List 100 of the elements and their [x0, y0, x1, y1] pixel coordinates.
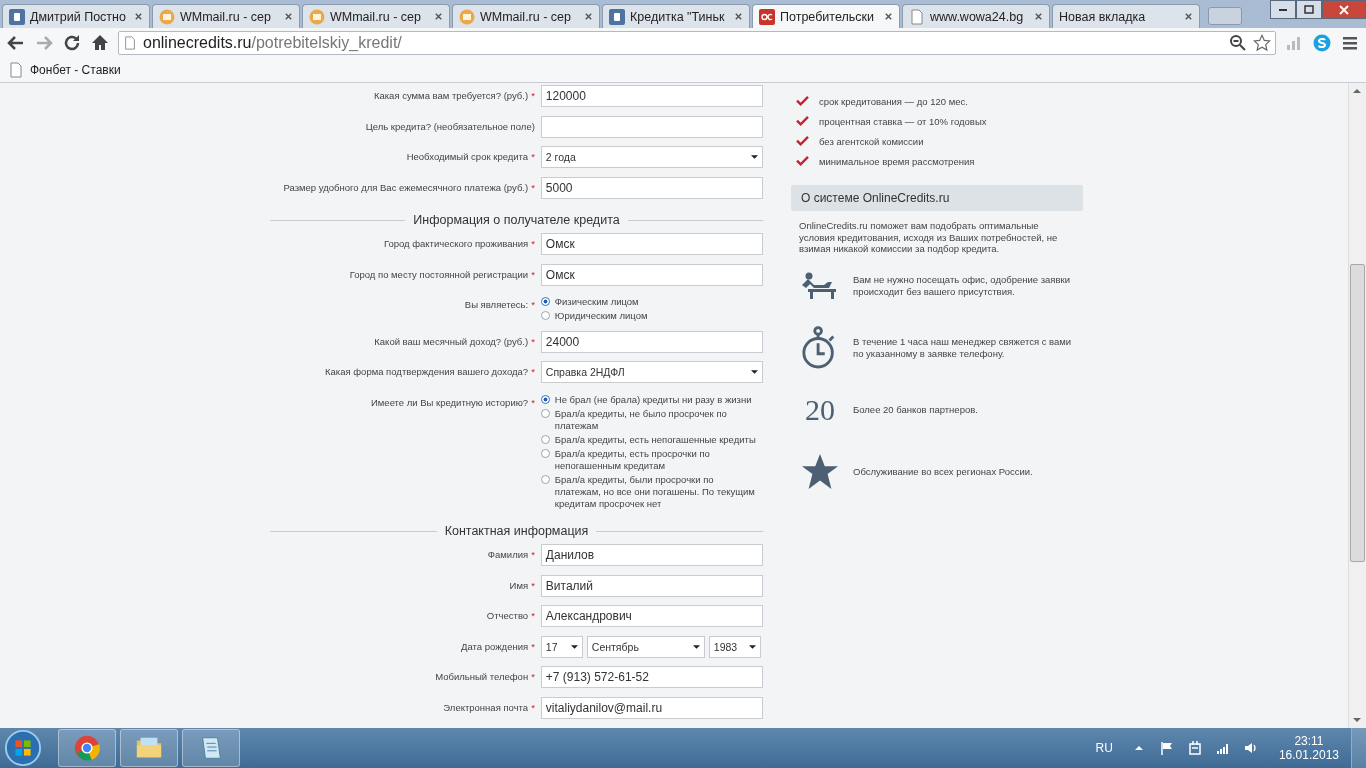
input-field[interactable]: 5000 [540, 176, 763, 199]
start-button[interactable] [4, 729, 42, 767]
radio-button[interactable] [540, 434, 550, 444]
reload-icon[interactable] [62, 33, 82, 53]
address-bar[interactable]: onlinecredits.ru/potrebitelskiy_kredit/ [118, 31, 1276, 55]
clock-date: 16.01.2013 [1278, 748, 1339, 762]
close-button[interactable] [1322, 0, 1366, 19]
maximize-button[interactable] [1296, 0, 1322, 19]
browser-tab[interactable]: www.wowa24.bg [902, 4, 1050, 28]
field-label: Город по месту постоянной регистрации [349, 268, 529, 280]
page-icon [123, 36, 137, 50]
bank-count: 20 [805, 392, 835, 427]
site-logo-icon [759, 8, 775, 25]
feature-text: В течение 1 часа наш менеджер свяжется с вами по указанному в заявке телефону. [853, 336, 1073, 359]
required-mark: * [531, 549, 535, 560]
field-label: Какой ваш месячный доход? (руб.) [374, 335, 529, 347]
required-mark: * [531, 640, 535, 652]
browser-tab[interactable]: Кредитка "Тиньк [602, 4, 750, 28]
radio-button[interactable] [540, 474, 550, 484]
taskbar-button[interactable] [182, 729, 240, 767]
speaker-icon[interactable] [1242, 740, 1259, 756]
section-heading: Информация о получателе кредита [413, 213, 620, 227]
select-field[interactable]: Справка 2НДФЛ [540, 361, 763, 383]
about-text: OnlineCredits.ru поможет вам подобрать оптимальные условия кредитования, исходя из Ваших потребностей, не взимая никакой комиссии за подбор кредита. [799, 220, 1059, 255]
radio-label: Брал/а кредиты, есть непогашенные кредиты [554, 433, 757, 446]
input-field[interactable]: Омск [540, 263, 763, 286]
field-label: Мобильный телефон [435, 671, 529, 682]
zoom-icon[interactable] [1229, 34, 1247, 52]
envelope-icon [459, 8, 475, 25]
select-field[interactable]: 2 года [540, 146, 763, 168]
checkmark-icon [796, 155, 809, 167]
required-mark: * [531, 396, 535, 408]
field-label: Дата рождения [461, 640, 529, 652]
browser-tab[interactable]: WMmail.ru - сер [452, 4, 600, 28]
required-mark: * [531, 90, 535, 101]
input-field[interactable]: vitaliydanilov@mail.ru [540, 696, 763, 719]
skype-icon[interactable] [1312, 33, 1332, 53]
minimize-button[interactable] [1270, 0, 1296, 19]
browser-tab[interactable]: Потребительски [752, 4, 900, 28]
close-icon[interactable] [734, 12, 743, 21]
input-field[interactable]: Данилов [540, 544, 763, 566]
browser-tab[interactable]: Дмитрий Постно [2, 4, 150, 28]
input-field[interactable] [540, 115, 763, 138]
browser-tab[interactable]: WMmail.ru - сер [302, 4, 450, 28]
browser-tab[interactable]: WMmail.ru - сер [152, 4, 300, 28]
required-mark: * [531, 671, 535, 682]
bookmark-link[interactable]: Фонбет - Ставки [8, 62, 121, 78]
radio-button[interactable] [540, 408, 550, 418]
field-label: Отчество [486, 610, 529, 621]
required-mark: * [531, 701, 535, 713]
close-icon [1339, 4, 1349, 15]
field-label: Вы являетесь: [464, 299, 529, 310]
close-icon[interactable] [584, 12, 593, 21]
radio-label: Физическим лицом [554, 296, 640, 308]
field-label: Фамилия [487, 549, 529, 560]
required-mark: * [531, 579, 535, 591]
radio-button[interactable] [540, 448, 550, 458]
checkmark-icon [796, 115, 809, 127]
radio-button[interactable] [540, 394, 550, 404]
language-indicator[interactable]: RU [1095, 741, 1113, 755]
checkmark-icon [796, 95, 809, 107]
close-icon[interactable] [1184, 12, 1193, 21]
field-label: Какая форма подтверждения вашего дохода? [325, 366, 529, 377]
input-field[interactable]: 120000 [540, 85, 763, 107]
caret-icon [692, 644, 700, 649]
home-icon[interactable] [90, 33, 110, 53]
scrollbar-thumb[interactable] [1350, 264, 1365, 562]
input-field[interactable]: +7 (913) 572-61-52 [540, 666, 763, 688]
radio-label: Брал/а кредиты, есть просрочки по непогашенным кредитам [554, 447, 711, 472]
about-header: О системе OnlineCredits.ru [791, 185, 1083, 211]
close-icon[interactable] [434, 12, 443, 21]
close-icon[interactable] [284, 12, 293, 21]
input-field[interactable]: Виталий [540, 574, 763, 597]
close-icon[interactable] [1034, 12, 1043, 21]
radio-label: Не брал (не брала) кредиты ни разу в жизни [554, 393, 753, 406]
caret-icon [748, 644, 756, 649]
star-icon [801, 452, 839, 491]
required-mark: * [531, 335, 535, 347]
required-mark: * [531, 151, 535, 162]
taskbar-button[interactable] [120, 729, 178, 767]
flag-icon[interactable] [1158, 740, 1175, 756]
envelope-icon [309, 8, 325, 25]
radio-button[interactable] [540, 297, 550, 306]
field-label: Какая сумма вам требуется? (руб.) [373, 90, 529, 101]
page-icon [8, 62, 24, 78]
field-label: Город фактического проживания [383, 238, 529, 249]
select-field[interactable]: 1983 [708, 635, 761, 658]
input-field[interactable]: Александрович [540, 605, 763, 627]
close-icon[interactable] [884, 12, 893, 21]
browser-icon [73, 734, 101, 762]
browser-tab[interactable]: Новая вкладка [1052, 4, 1200, 28]
feature-text: Вам не нужно посещать офис, одобрение заявки происходит без вашего присутствия. [853, 274, 1071, 297]
radio-button[interactable] [540, 311, 550, 320]
input-field[interactable]: Омск [540, 233, 763, 255]
select-field[interactable]: Сентябрь [586, 635, 705, 658]
input-field[interactable]: 24000 [540, 330, 763, 353]
caret-icon [570, 644, 578, 649]
select-field[interactable]: 17 [540, 635, 583, 658]
close-icon[interactable] [134, 12, 143, 21]
star-icon[interactable] [1253, 34, 1271, 52]
